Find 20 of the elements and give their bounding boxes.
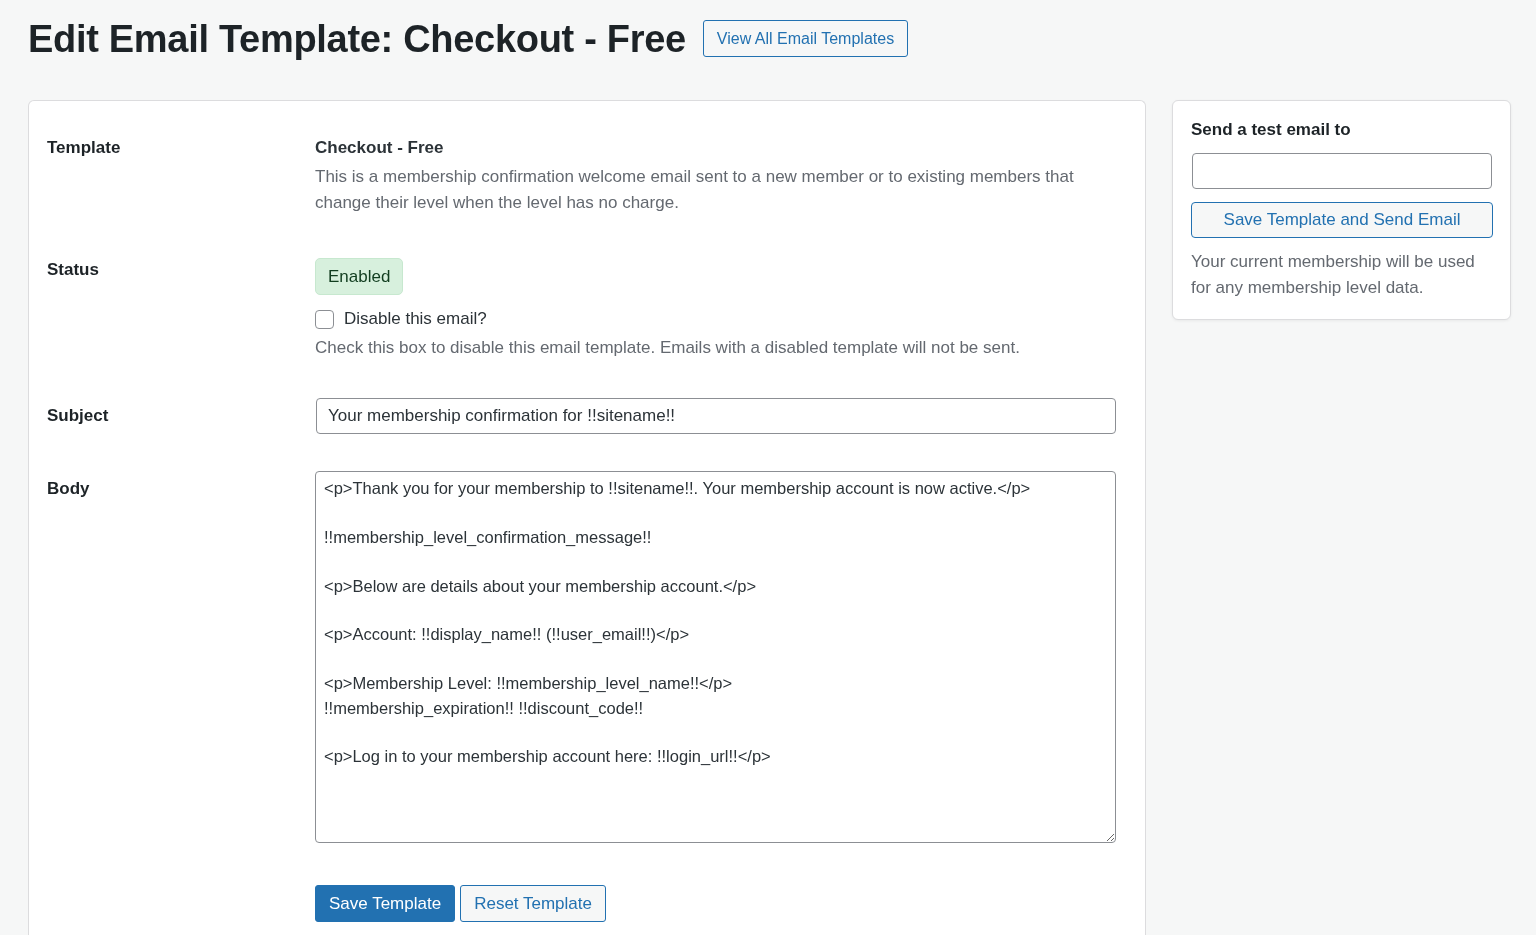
- field-label: Subject: [47, 405, 109, 427]
- reset-template-button[interactable]: Reset Template: [460, 885, 606, 922]
- panel-heading: Send a test email to: [1191, 119, 1351, 141]
- checkbox[interactable]: [315, 309, 334, 329]
- save-template-button[interactable]: Save Template: [315, 885, 456, 922]
- status-badge: Enabled: [315, 258, 404, 295]
- field-label: Template: [47, 137, 121, 159]
- field-label: Status: [47, 259, 99, 281]
- view-all-templates-button[interactable]: View All Email Templates: [702, 20, 909, 57]
- template-name: Checkout - Free: [315, 137, 444, 159]
- field-label: Body: [47, 478, 90, 500]
- checkbox-label[interactable]: Disable this email?: [344, 306, 487, 332]
- help-text: Check this box to disable this email template. Emails with a disabled template will not be sent.: [315, 337, 1020, 359]
- send-test-email-button[interactable]: Save Template and Send Email: [1191, 202, 1493, 238]
- subject-input[interactable]: Your membership confirmation for !!sitename!!: [316, 398, 1116, 434]
- test-email-input[interactable]: [1192, 153, 1492, 189]
- note-text: Your current membership will be used for any membership level data.: [1191, 251, 1476, 299]
- body-textarea[interactable]: <p>Thank you for your membership to !!sitename!!. Your membership account is now active.</p> !!membership_level_confirmation_message!! <p>Below are details about your membership account.</p> <p>Account: !!display_name!! (!!user_email!!)</p> <p>Membership Level: !!membership_level_name!!</p> !!membership_expiration!! !!discount_code!! <p>Log in to your membership account here: !!login_url!!</p>: [315, 471, 1116, 843]
- template-description: This is a membership confirmation welcome email sent to a new member or to existing members that change their level when the level has no charge.: [315, 166, 1075, 214]
- page-title: Edit Email Template: Checkout - Free: [28, 18, 686, 59]
